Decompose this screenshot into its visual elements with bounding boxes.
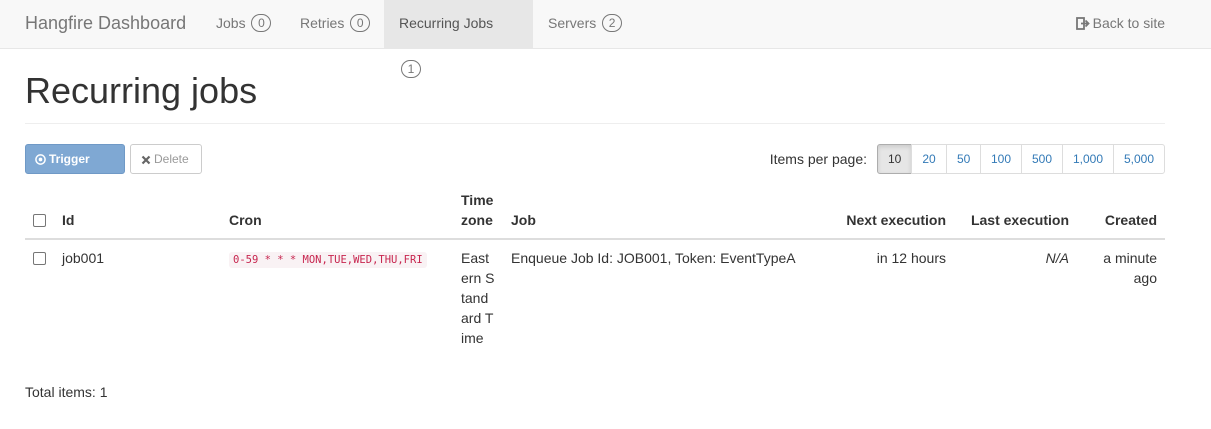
nav-item-label: Servers [548,15,597,31]
play-circle-icon [35,153,46,165]
sign-out-icon [1075,17,1090,30]
row-checkbox[interactable] [33,252,46,265]
table-row: job001 0-59 * * * MON,TUE,WED,THU,FRI Ea… [25,239,1165,356]
main-content: Recurring jobs Trigger now Delete Items … [0,71,1211,194]
created-time: a minute ago [1103,250,1157,286]
header-job: Job [503,186,829,240]
header-created: Created [1077,186,1165,240]
nav-item-label: Recurring Jobs [399,15,494,31]
header-timezone-label: Time zone [461,192,494,228]
back-to-site-label: Back to site [1092,15,1165,31]
last-execution: N/A [1045,250,1069,266]
back-to-site-link[interactable]: Back to site [1075,0,1165,48]
navbar: Hangfire Dashboard Jobs 0 Retries 0 Recu… [0,0,1211,78]
nav-item-label: Retries [300,15,345,31]
per-page-option-1000[interactable]: 1,000 [1062,143,1114,174]
total-items: Total items: 1 [25,384,108,400]
nav-item-retries[interactable]: Retries 0 [285,0,385,48]
brand-link[interactable]: Hangfire Dashboard [25,0,186,48]
count-badge: 0 [251,14,272,32]
timezone-cell: Eastern Standard Time [453,239,503,356]
remove-icon [141,155,151,164]
next-execution: in 12 hours [876,250,946,266]
per-page-option-20[interactable]: 20 [911,143,947,174]
select-all-header [25,186,54,240]
per-page-option-100[interactable]: 100 [980,143,1022,174]
per-page-option-10[interactable]: 10 [877,143,912,174]
table-header-row: Id Cron Time zone Job Next execution Las… [25,186,1165,240]
delete-label: Delete [154,151,189,166]
header-next-execution: Next execution [829,186,954,240]
trigger-now-button[interactable]: Trigger now [25,143,125,194]
nav-item-label: Jobs [216,15,246,31]
nav-item-jobs[interactable]: Jobs 0 [201,0,286,48]
recurring-jobs-table: Id Cron Time zone Job Next execution Las… [25,186,1165,356]
toolbar: Trigger now Delete Items per page: 10 20… [25,143,1165,194]
timezone-value: Eastern Standard Time [461,250,495,346]
nav-item-servers[interactable]: Servers 2 [533,0,637,48]
job-description: Enqueue Job Id: JOB001, Token: EventType… [511,250,796,266]
header-cron: Cron [221,186,453,240]
count-badge: 2 [602,14,623,32]
page-title: Recurring jobs [25,71,1165,124]
select-all-checkbox[interactable] [33,214,46,227]
cron-expression: 0-59 * * * MON,TUE,WED,THU,FRI [229,252,427,268]
items-per-page-label: Items per page: [769,150,867,167]
per-page-option-500[interactable]: 500 [1021,143,1063,174]
header-id: Id [54,186,221,240]
nav-item-recurring-jobs[interactable]: Recurring Jobs 1 [384,0,533,78]
items-per-page-selector: 10 20 50 100 500 1,000 5,000 [877,143,1165,174]
row-select-cell [25,239,54,356]
header-timezone: Time zone [453,186,503,240]
per-page-option-50[interactable]: 50 [946,143,981,174]
header-last-execution: Last execution [954,186,1077,240]
per-page-option-5000[interactable]: 5,000 [1113,143,1165,174]
cron-cell: 0-59 * * * MON,TUE,WED,THU,FRI [221,239,453,356]
delete-button[interactable]: Delete [130,143,202,174]
count-badge: 0 [350,14,371,32]
job-id: job001 [62,250,105,266]
